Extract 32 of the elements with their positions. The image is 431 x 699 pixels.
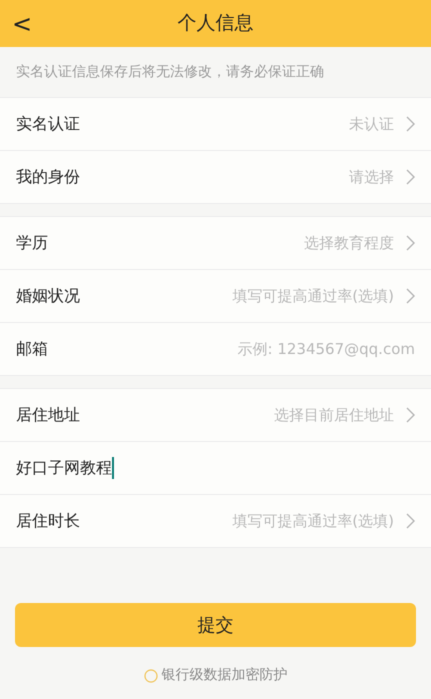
row-label: 婚姻状况 — [16, 285, 80, 307]
row-label: 居住地址 — [16, 404, 80, 426]
row-hint: 选择教育程度 — [304, 232, 394, 254]
list-row[interactable]: 我的身份 请选择 — [0, 151, 431, 204]
list-row[interactable]: 婚姻状况 填写可提高通过率(选填) — [0, 270, 431, 323]
row-label: 居住时长 — [16, 510, 80, 532]
chevron-right-icon — [406, 288, 415, 304]
list-row[interactable]: 居住地址 选择目前居住地址 — [0, 389, 431, 442]
row-label: 学历 — [16, 232, 48, 254]
address-field[interactable]: 好口子网教程 — [16, 456, 114, 480]
chevron-right-icon — [406, 116, 415, 132]
row-hint: 选择目前居住地址 — [274, 404, 394, 426]
chevron-right-icon — [406, 407, 415, 423]
list-row[interactable]: 居住时长 填写可提高通过率(选填) — [0, 495, 431, 548]
row-hint: 未认证 — [349, 114, 394, 135]
list-row[interactable]: 学历 选择教育程度 — [0, 217, 431, 270]
security-note: 银行级数据加密防护 — [162, 666, 288, 685]
submit-button[interactable]: 提交 — [15, 603, 416, 647]
row-hint: 请选择 — [349, 166, 394, 188]
row-hint: 填写可提高通过率(选填) — [232, 510, 394, 532]
list-row[interactable]: 实名认证 未认证 — [0, 98, 431, 151]
chevron-right-icon — [406, 169, 415, 185]
row-label: 我的身份 — [16, 166, 80, 188]
back-button[interactable]: < — [12, 12, 32, 36]
row-label: 实名认证 — [16, 113, 80, 135]
chevron-right-icon — [406, 235, 415, 251]
email-field[interactable]: 示例: 1234567@qq.com — [175, 338, 415, 360]
row-label: 邮箱 — [16, 338, 48, 360]
notice-text: 实名认证信息保存后将无法修改，请务必保证正确 — [16, 62, 324, 82]
page-title: 个人信息 — [178, 11, 254, 36]
row-hint: 填写可提高通过率(选填) — [232, 286, 394, 307]
chevron-right-icon — [406, 513, 415, 529]
